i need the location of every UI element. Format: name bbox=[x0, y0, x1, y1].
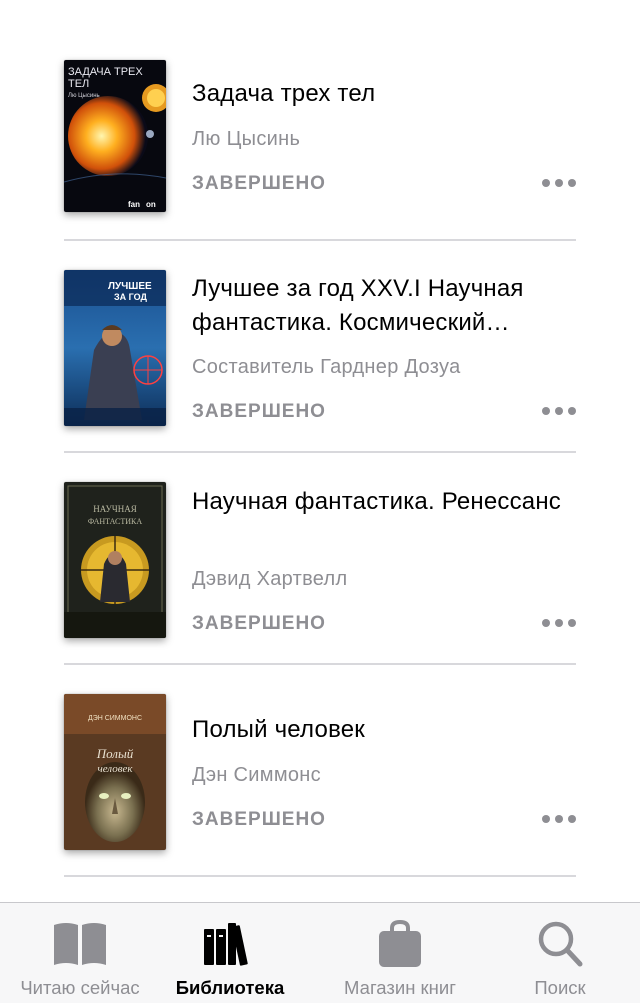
magnifier-icon bbox=[530, 919, 590, 969]
book-status: ЗАВЕРШЕНО bbox=[192, 401, 326, 422]
tab-reading-now[interactable]: Читаю сейчас bbox=[0, 903, 160, 1003]
cover-title-line2: ТЕЛ bbox=[68, 78, 89, 90]
book-author: Дэвид Хартвелл bbox=[192, 568, 348, 590]
book-title: Полый человек bbox=[192, 716, 366, 743]
library-book-list: ЗАДАЧА ТРЕХ ТЕЛ Лю Цысинь fan on Задача … bbox=[0, 0, 640, 900]
tab-label: Читаю сейчас bbox=[20, 977, 140, 998]
more-options-icon[interactable] bbox=[542, 814, 576, 824]
more-options-icon[interactable] bbox=[542, 178, 576, 188]
cover-author: ДЭН СИММОНС bbox=[88, 715, 142, 722]
cover-publisher-suffix: on bbox=[146, 200, 156, 209]
book-status: ЗАВЕРШЕНО bbox=[192, 173, 326, 194]
row-divider bbox=[64, 875, 576, 877]
tab-search[interactable]: Поиск bbox=[480, 903, 640, 1003]
cover-title-line1: Полый bbox=[96, 746, 134, 761]
book-row[interactable]: НАУЧНАЯ ФАНТАСТИКА Научная фантастика. Р… bbox=[64, 482, 576, 642]
cover-author: Лю Цысинь bbox=[68, 93, 100, 99]
book-author: Составитель Гарднер Дозуа bbox=[192, 356, 461, 378]
row-divider bbox=[64, 239, 576, 241]
book-title: Лучшее за год XXV.I Научная фантастика. … bbox=[192, 275, 524, 336]
tab-library[interactable]: Библиотека bbox=[150, 903, 310, 1003]
tab-label: Поиск bbox=[534, 977, 586, 998]
tab-label: Библиотека bbox=[175, 977, 285, 998]
book-title: Задача трех тел bbox=[192, 80, 376, 107]
book-status: ЗАВЕРШЕНО bbox=[192, 809, 326, 830]
books-icon bbox=[200, 919, 260, 969]
row-divider bbox=[64, 663, 576, 665]
cover-publisher: fan bbox=[128, 200, 140, 209]
book-author: Дэн Симмонс bbox=[192, 764, 321, 786]
cover-title-line2: ФАНТАСТИКА bbox=[88, 517, 143, 526]
book-status: ЗАВЕРШЕНО bbox=[192, 613, 326, 634]
row-divider bbox=[64, 451, 576, 453]
more-options-icon[interactable] bbox=[542, 618, 576, 628]
book-author: Лю Цысинь bbox=[192, 128, 301, 150]
book-title: Научная фантастика. Ренессанс bbox=[192, 488, 562, 515]
cover-title-line1: НАУЧНАЯ bbox=[93, 504, 136, 514]
tab-label: Магазин книг bbox=[344, 977, 456, 998]
cover-title-line2: человек bbox=[97, 763, 133, 775]
open-book-icon bbox=[50, 919, 110, 969]
cover-title-line2: ЗА ГОД bbox=[114, 292, 148, 302]
shopping-bag-icon bbox=[370, 919, 430, 969]
book-cover[interactable]: ЛУЧШЕЕ ЗА ГОД bbox=[64, 270, 166, 426]
cover-title-line1: ЗАДАЧА ТРЕХ bbox=[68, 66, 143, 78]
cover-title-line1: ЛУЧШЕЕ bbox=[108, 281, 152, 292]
book-cover[interactable]: ЗАДАЧА ТРЕХ ТЕЛ Лю Цысинь fan on bbox=[64, 60, 166, 212]
book-cover[interactable]: ДЭН СИММОНС Полый человек bbox=[64, 694, 166, 850]
tab-bar: Читаю сейчас Библиотека Магазин книг Пои… bbox=[0, 902, 640, 1003]
book-cover[interactable]: НАУЧНАЯ ФАНТАСТИКА bbox=[64, 482, 166, 638]
book-row[interactable]: ЗАДАЧА ТРЕХ ТЕЛ Лю Цысинь fan on Задача … bbox=[64, 58, 576, 218]
book-row[interactable]: ДЭН СИММОНС Полый человек Полый человек … bbox=[64, 694, 576, 854]
more-options-icon[interactable] bbox=[542, 406, 576, 416]
book-row[interactable]: ЛУЧШЕЕ ЗА ГОД Лучшее за год XXV.I Научна… bbox=[64, 270, 576, 430]
tab-book-store[interactable]: Магазин книг bbox=[320, 903, 480, 1003]
